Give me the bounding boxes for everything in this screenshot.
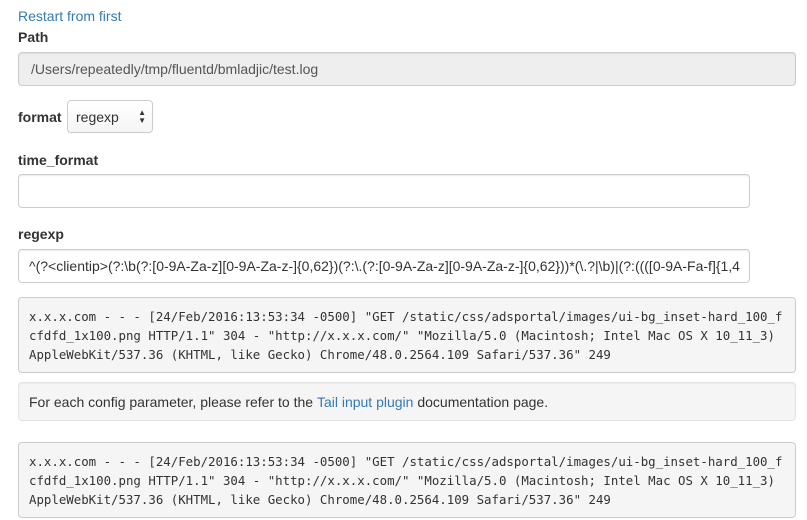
info-text-after: documentation page. <box>413 393 549 410</box>
time-format-input[interactable] <box>18 174 750 208</box>
tail-input-plugin-link[interactable]: Tail input plugin <box>317 394 414 410</box>
log-sample-result: x.x.x.com - - - [24/Feb/2016:13:53:34 -0… <box>18 442 796 518</box>
path-label: Path <box>18 29 49 45</box>
regexp-label: regexp <box>18 226 64 242</box>
regexp-input[interactable]: ^(?<clientip>(?:\b(?:[0-9A-Za-z][0-9A-Za… <box>18 249 750 283</box>
restart-from-first-link[interactable]: Restart from first <box>18 8 121 24</box>
select-arrows-icon: ▲ ▼ <box>138 107 146 125</box>
time-format-label: time_format <box>18 152 99 168</box>
info-well: For each config parameter, please refer … <box>18 382 796 421</box>
log-sample-preview: x.x.x.com - - - [24/Feb/2016:13:53:34 -0… <box>18 297 796 373</box>
format-label: format <box>18 109 62 125</box>
info-text-before: For each config parameter, please refer … <box>29 393 317 410</box>
regexp-input-value: ^(?<clientip>(?:\b(?:[0-9A-Za-z][0-9A-Za… <box>29 258 740 274</box>
format-select-value: regexp <box>76 108 119 125</box>
format-select[interactable]: regexp ▲ ▼ <box>67 100 153 133</box>
path-input[interactable] <box>18 52 796 86</box>
